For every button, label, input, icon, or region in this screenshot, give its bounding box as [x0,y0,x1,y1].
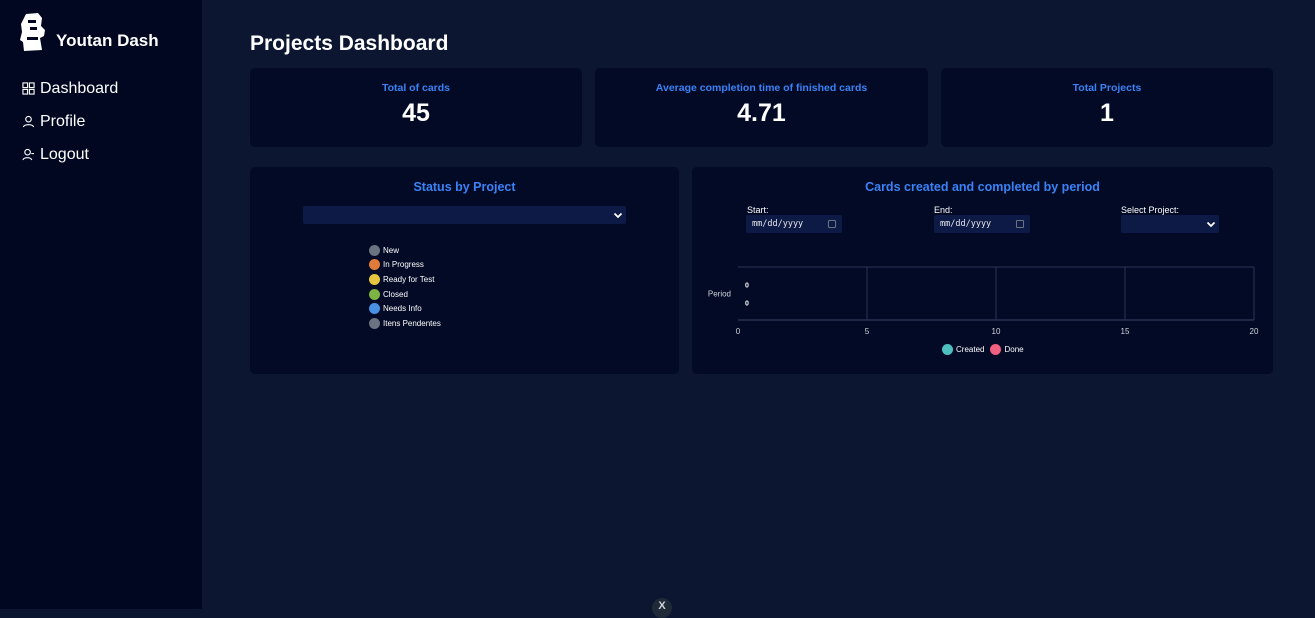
legend-swatch [369,259,380,271]
legend-label: Closed [383,289,408,299]
logout-icon [22,148,35,161]
x-tick-label: 15 [1121,327,1130,336]
y-axis-label: Period [708,290,731,299]
end-date-input[interactable]: mm/dd/yyyy [934,215,1030,233]
legend-item[interactable]: In Progress [369,258,441,273]
x-tick-label: 20 [1250,327,1259,336]
legend-item[interactable]: Needs Info [369,301,441,316]
stat-label: Total of cards [381,82,451,94]
page-title: Projects Dashboard [250,32,449,55]
legend-swatch [990,344,1002,355]
sidebar-item-logout[interactable]: Logout [22,138,118,171]
panel-title: Cards created and completed by period [865,180,1100,194]
period-project-select[interactable] [1121,215,1219,233]
legend-swatch [369,317,380,329]
sidebar-nav: Dashboard Profile Logout [22,72,118,171]
stat-card-total-projects: Total Projects 1 [941,68,1273,147]
cards-by-period-panel: Cards created and completed by period St… [692,167,1273,374]
calendar-icon[interactable] [1016,220,1024,228]
x-tick-label: 0 [736,327,741,336]
chevron-down-icon [613,212,623,219]
legend-item[interactable]: Closed [369,287,441,302]
sidebar-item-profile[interactable]: Profile [22,105,118,138]
legend-label: New [383,245,400,255]
chevron-down-icon [1206,221,1216,228]
legend-swatch [369,273,380,285]
stat-card-avg-completion: Average completion time of finished card… [595,68,928,147]
calendar-icon[interactable] [828,220,836,228]
status-legend: New In Progress Ready for Test Closed Ne… [369,243,441,331]
legend-label: In Progress [383,260,424,270]
chart-legend: Created Done [942,344,1030,355]
legend-swatch [369,288,380,300]
legend-label: Ready for Test [383,274,435,284]
start-date-label: Start: [747,205,769,215]
dashboard-icon [22,82,35,95]
legend-item-created[interactable]: Created [942,344,984,355]
sidebar: Youtan Dash Dashboard Profile Logout [0,0,202,609]
x-tick-label: 10 [992,327,1001,336]
stat-value: 45 [402,99,430,127]
select-project-label: Select Project: [1121,205,1180,215]
main-content: Projects Dashboard Total of cards 45 Ave… [202,0,1315,609]
legend-label: Itens Pendentes [383,318,441,328]
legend-item[interactable]: Itens Pendentes [369,316,441,331]
start-date-input[interactable]: mm/dd/yyyy [746,215,842,233]
data-label: 0 [745,300,749,307]
end-date-placeholder: mm/dd/yyyy [940,219,992,229]
stat-label: Total Projects [1072,82,1142,94]
legend-label: Created [956,345,985,354]
stat-card-total-cards: Total of cards 45 [250,68,582,147]
legend-item[interactable]: Ready for Test [369,272,441,287]
period-bar-chart: 0 5 10 15 20 Period 0 0 [708,266,1259,336]
legend-item-done[interactable]: Done [990,344,1024,355]
sidebar-item-label: Profile [40,112,86,130]
data-label: 0 [745,283,749,290]
legend-swatch [369,303,380,315]
moai-logo-icon [20,13,45,51]
legend-label: Needs Info [383,304,422,314]
sidebar-item-dashboard[interactable]: Dashboard [22,72,118,105]
end-date-label: End: [934,205,953,215]
start-date-placeholder: mm/dd/yyyy [752,219,804,229]
sidebar-item-label: Logout [40,145,89,163]
stat-value: 4.71 [737,99,786,127]
legend-swatch [369,244,380,256]
sidebar-item-label: Dashboard [40,79,119,97]
stat-label: Average completion time of finished card… [655,82,868,94]
legend-swatch [942,344,953,355]
x-tick-label: 5 [865,327,870,336]
status-by-project-panel: Status by Project New In Progress Ready … [250,167,679,374]
user-icon [22,115,35,128]
stat-value: 1 [1100,99,1114,127]
panel-title: Status by Project [413,180,516,194]
legend-label: Done [1004,345,1024,354]
project-select[interactable] [303,206,626,224]
legend-item[interactable]: New [369,243,441,258]
close-button[interactable]: X [652,598,672,618]
brand-name: Youtan Dash [56,31,159,50]
brand[interactable]: Youtan Dash [18,12,159,52]
